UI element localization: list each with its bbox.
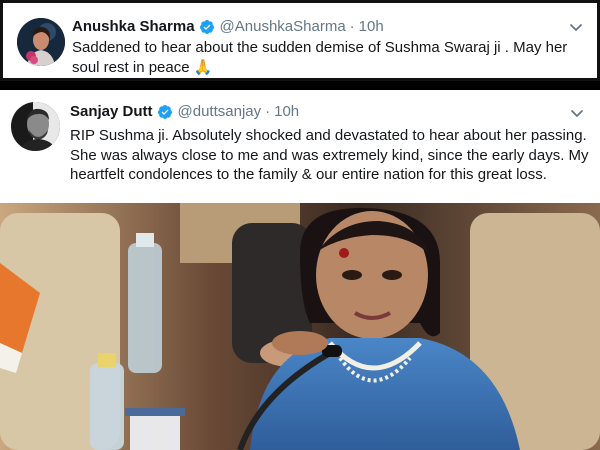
timestamp[interactable]: 10h [274,103,299,120]
display-name[interactable]: Sanjay Dutt [70,103,153,120]
verified-badge-icon [157,104,172,119]
timestamp[interactable]: 10h [359,18,384,35]
chevron-down-icon[interactable] [570,109,584,119]
tweet-card-anushka[interactable]: Anushka Sharma @AnushkaSharma · 10h Sadd… [0,0,600,81]
avatar[interactable] [11,102,60,151]
tweet-text: Saddened to hear about the sudden demise… [72,38,592,77]
tweet-photo[interactable] [0,203,600,450]
avatar[interactable] [17,18,65,66]
folded-hands-emoji: 🙏 [193,58,213,76]
tweet-text: RIP Sushma ji. Absolutely shocked and de… [70,127,589,183]
verified-badge-icon [199,19,214,34]
chevron-down-icon[interactable] [569,23,583,33]
profile-photo-icon [17,18,65,66]
tweet-card-sanjay[interactable]: Sanjay Dutt @duttsanjay · 10h RIP Sushma… [0,90,600,450]
handle[interactable]: @AnushkaSharma [220,18,346,35]
separator-dot: · [265,103,271,120]
tweet-body: Saddened to hear about the sudden demise… [72,39,568,76]
profile-photo-icon [11,102,60,151]
speaker-photo-icon [0,203,600,450]
display-name[interactable]: Anushka Sharma [72,18,195,35]
separator-dot: · [349,18,355,35]
handle[interactable]: @duttsanjay [178,103,262,120]
